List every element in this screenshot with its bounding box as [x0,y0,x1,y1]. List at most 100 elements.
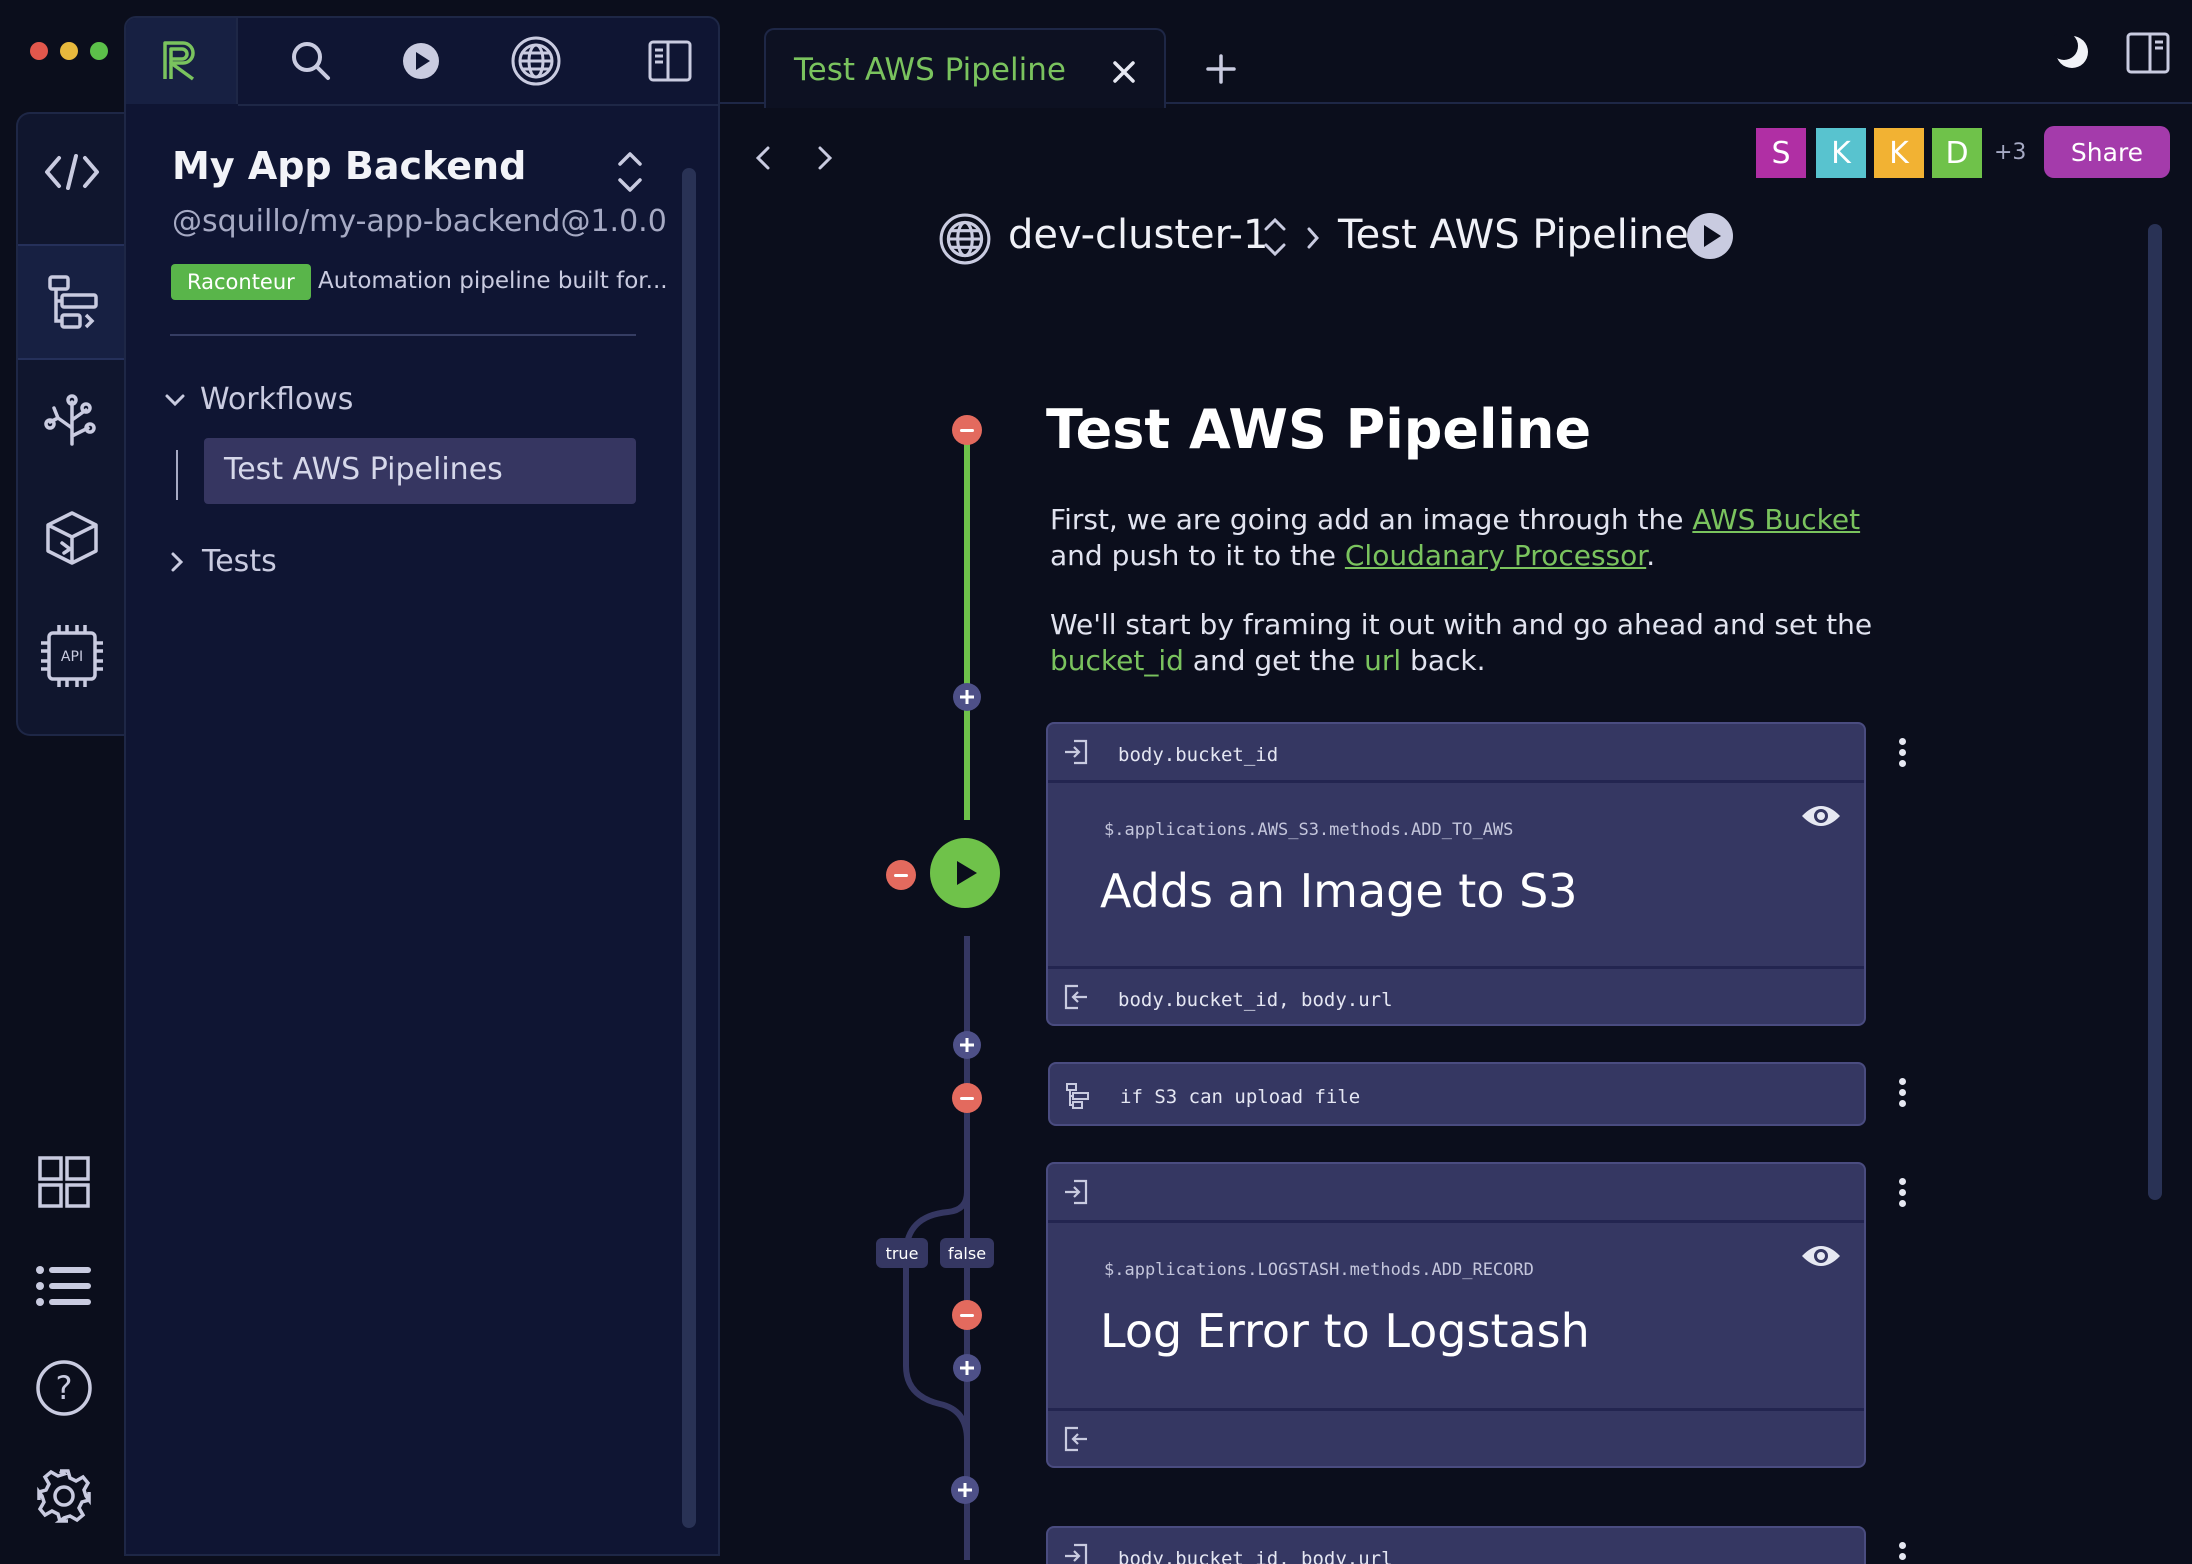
left-rail: API [16,112,126,736]
project-badge: Raconteur [171,264,311,300]
main-scrollbar[interactable] [2148,224,2162,1200]
chevron-right-icon [816,144,834,172]
remove-section-button[interactable] [952,415,982,445]
window-close-button[interactable] [30,42,48,60]
run-pipeline-button[interactable] [1686,212,1734,260]
theme-toggle-button[interactable] [2054,34,2090,70]
step-input-row[interactable]: body.bucket_id [1048,724,1864,780]
plus-icon [959,1360,975,1376]
new-tab-button[interactable] [1206,54,1236,84]
share-button[interactable]: Share [2044,126,2170,178]
window-minimize-button[interactable] [60,42,78,60]
chevron-up-down-icon [1262,216,1288,258]
step-title[interactable]: Log Error to Logstash [1100,1304,1590,1358]
run-step-button[interactable] [930,838,1000,908]
play-icon [950,858,980,888]
gear-icon [35,1467,93,1525]
tests-toggle[interactable]: Tests [170,544,277,579]
forward-button[interactable] [816,144,834,172]
settings-button[interactable] [24,1456,104,1536]
window-maximize-button[interactable] [90,42,108,60]
logo-button[interactable] [126,18,238,104]
rail-workflows[interactable] [18,244,126,360]
avatar[interactable]: K [1874,128,1924,178]
bucket-id-variable: bucket_id [1050,644,1184,677]
workflows-label: Workflows [200,382,354,417]
condition-card[interactable]: if S3 can upload file [1048,1062,1866,1126]
more-collaborators[interactable]: +3 [1994,140,2026,165]
rail-code[interactable] [18,114,126,230]
globe-icon [510,35,562,87]
breadcrumb: dev-cluster-1 Test AWS Pipeline [936,210,1756,270]
output-icon [1062,1425,1090,1453]
grid-icon [37,1155,91,1209]
tests-label: Tests [202,544,277,579]
cloudanary-processor-link[interactable]: Cloudanary Processor [1345,539,1646,572]
workflow-item-test-aws-pipelines[interactable]: Test AWS Pipelines [204,438,636,504]
right-panel-toggle[interactable] [2126,32,2170,74]
step-card-logstash[interactable]: $.applications.LOGSTASH.methods.ADD_RECO… [1046,1162,1866,1468]
back-button[interactable] [754,144,772,172]
workflows-toggle[interactable]: Workflows [164,382,353,417]
step-menu-button[interactable] [1894,736,1910,770]
help-button[interactable]: ? [24,1348,104,1428]
svg-text:API: API [61,649,83,665]
search-button[interactable] [276,18,346,104]
step-card-next[interactable]: body.bucket_id, body.url [1046,1526,1866,1564]
toggle-visibility-button[interactable] [1800,802,1842,830]
svg-text:?: ? [56,1369,73,1407]
add-branch-step-button[interactable] [953,1354,981,1382]
close-icon [1112,60,1136,84]
sidebar-scrollbar[interactable] [682,168,696,1528]
step-input-row[interactable] [1048,1164,1864,1220]
breadcrumb-cluster[interactable]: dev-cluster-1 [1008,212,1268,258]
condition-menu-button[interactable] [1894,1076,1910,1110]
rail-api[interactable]: API [18,598,126,714]
close-tab-button[interactable] [1112,60,1136,84]
plus-icon [957,1482,973,1498]
cluster-switcher[interactable] [1262,216,1288,258]
add-step-button[interactable] [951,1476,979,1504]
avatar[interactable]: S [1756,128,1806,178]
plus-icon [959,689,975,705]
input-icon [1062,1542,1090,1564]
toggle-visibility-button[interactable] [1800,1242,1842,1270]
remove-condition-button[interactable] [952,1083,982,1113]
input-icon [1062,1178,1090,1206]
tab-test-aws-pipeline[interactable]: Test AWS Pipeline [764,28,1166,108]
step-title[interactable]: Adds an Image to S3 [1100,864,1578,918]
branch-true-label[interactable]: true [876,1238,928,1268]
remove-branch-step-button[interactable] [952,1300,982,1330]
input-icon [1062,738,1090,766]
output-icon [1062,983,1090,1011]
list-icon [35,1265,93,1307]
step-card-s3[interactable]: body.bucket_id $.applications.AWS_S3.met… [1046,722,1866,1026]
aws-bucket-link[interactable]: AWS Bucket [1692,503,1860,536]
step-output-row[interactable] [1048,1411,1864,1466]
list-button[interactable] [24,1246,104,1326]
run-button[interactable] [386,18,456,104]
toggle-panel-button[interactable] [630,18,710,104]
eye-icon [1800,1242,1842,1270]
sidebar-panel-icon [648,40,692,82]
avatar[interactable]: D [1932,128,1982,178]
step-menu-button[interactable] [1894,1540,1910,1564]
add-step-button[interactable] [953,1031,981,1059]
environments-button[interactable] [496,18,576,104]
step-menu-button[interactable] [1894,1176,1910,1210]
rail-packages[interactable] [18,480,126,596]
breadcrumb-pipeline[interactable]: Test AWS Pipeline [1338,212,1689,258]
add-step-button[interactable] [953,683,981,711]
split-panel-icon [2126,32,2170,74]
rail-tree[interactable] [18,362,126,478]
avatar[interactable]: K [1816,128,1866,178]
remove-step-button[interactable] [886,860,916,890]
branch-lines [903,1170,970,1560]
doc-paragraph-2: We'll start by framing it out with and g… [1050,608,1873,677]
package-icon [44,509,100,567]
step-output-row[interactable]: body.bucket_id, body.url [1048,969,1864,1024]
project-switcher[interactable] [616,150,644,194]
branch-false-label[interactable]: false [940,1238,994,1268]
project-title: My App Backend [172,144,527,188]
dashboard-button[interactable] [24,1142,104,1222]
